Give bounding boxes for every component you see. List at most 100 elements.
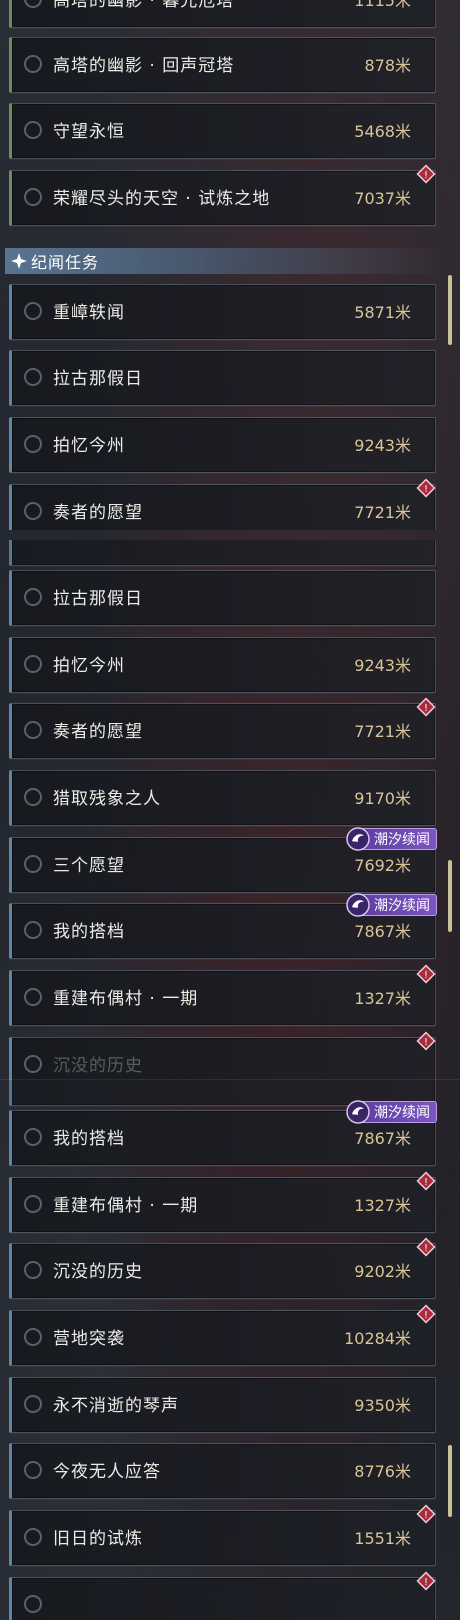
quest-row[interactable]: 拉古那假日 [9, 570, 436, 626]
quest-distance: 1327米 [354, 989, 411, 1008]
quest-distance: 8776米 [354, 1462, 411, 1481]
tidal-sequel-badge: 潮汐续闻 [346, 827, 437, 851]
quest-row[interactable]: 拉古那假日 [9, 350, 436, 406]
quest-name: 拍忆今州 [53, 656, 125, 676]
track-circle-icon[interactable] [24, 121, 42, 139]
track-circle-icon[interactable] [24, 302, 42, 320]
alert-diamond-icon: ! [415, 963, 437, 985]
quest-row[interactable]: 营地突袭 10284米 ! [9, 1304, 436, 1366]
quest-row[interactable]: 重嶂轶闻 5871米 [9, 284, 436, 340]
svg-text:!: ! [424, 1577, 428, 1588]
quest-name: 拍忆今州 [53, 436, 125, 456]
svg-text:!: ! [424, 1037, 428, 1048]
quest-distance: 9243米 [354, 436, 411, 455]
quest-name: 重建布偶村 · 一期 [53, 1196, 199, 1216]
quest-distance: 1551米 [354, 1529, 411, 1548]
track-circle-icon[interactable] [24, 1128, 42, 1146]
quest-name: 我的搭档 [53, 922, 125, 942]
alert-diamond-icon: ! [415, 1170, 437, 1192]
quest-distance: 5468米 [354, 122, 411, 141]
quest-distance: 7721米 [354, 503, 411, 522]
tidal-sequel-badge: 潮汐续闻 [346, 1100, 437, 1124]
track-circle-icon[interactable] [24, 1461, 42, 1479]
section-header-lore-quests: 纪闻任务 [5, 248, 445, 274]
track-circle-icon[interactable] [24, 988, 42, 1006]
track-circle-icon[interactable] [24, 1595, 42, 1613]
quest-row[interactable]: 我的搭档 7867米 潮汐续闻 [9, 1100, 437, 1166]
track-circle-icon[interactable] [24, 368, 42, 386]
quest-distance: 7721米 [354, 722, 411, 741]
quest-distance: 9202米 [354, 1262, 411, 1281]
track-circle-icon[interactable] [24, 502, 42, 520]
quest-row[interactable]: 奏者的愿望 7721米 ! [9, 478, 436, 530]
track-circle-icon[interactable] [24, 1195, 42, 1213]
swirl-emblem-icon [346, 893, 370, 917]
quest-row[interactable]: 沉没的历史 9202米 ! [9, 1237, 436, 1299]
quest-row[interactable]: 守望永恒 5468米 [9, 103, 436, 159]
badge-label: 潮汐续闻 [374, 832, 430, 848]
svg-text:!: ! [424, 1177, 428, 1188]
quest-list-panel-1: 高塔的幽影 · 暮光危塔 1115米 高塔的幽影 · 回声冠塔 878米 守望永… [0, 0, 460, 530]
track-circle-icon[interactable] [24, 655, 42, 673]
quest-name: 拉古那假日 [53, 369, 143, 389]
quest-name: 荣耀尽头的天空 · 试炼之地 [53, 189, 271, 209]
svg-text:!: ! [424, 484, 428, 495]
quest-row[interactable]: 高塔的幽影 · 暮光危塔 1115米 [9, 0, 436, 28]
track-circle-icon[interactable] [24, 1395, 42, 1413]
quest-row[interactable]: 高塔的幽影 · 回声冠塔 878米 [9, 37, 436, 93]
track-circle-icon[interactable] [24, 788, 42, 806]
track-circle-icon[interactable] [24, 1261, 42, 1279]
quest-name: 三个愿望 [53, 856, 125, 876]
quest-row[interactable]: 旧日的试炼 1551米 ! [9, 1504, 436, 1566]
quest-row[interactable]: 我的搭档 7867米 潮汐续闻 [9, 893, 437, 959]
swirl-emblem-icon [346, 827, 370, 851]
quest-row[interactable]: 沉没的历史 ! [9, 1031, 436, 1080]
quest-name: 拉古那假日 [53, 589, 143, 609]
quest-name: 奏者的愿望 [53, 503, 143, 523]
track-circle-icon[interactable] [24, 435, 42, 453]
track-circle-icon[interactable] [24, 1528, 42, 1546]
alert-diamond-icon: ! [415, 1303, 437, 1325]
quest-row[interactable]: 荣耀尽头的天空 · 试炼之地 7037米 ! [9, 164, 436, 226]
track-circle-icon[interactable] [24, 1328, 42, 1346]
track-circle-icon[interactable] [24, 721, 42, 739]
track-circle-icon[interactable] [24, 55, 42, 73]
quest-row[interactable]: 重建布偶村 · 一期 1327米 ! [9, 964, 436, 1026]
quest-name: 高塔的幽影 · 暮光危塔 [53, 0, 235, 11]
svg-text:!: ! [424, 1243, 428, 1254]
quest-distance: 10284米 [344, 1329, 411, 1348]
quest-name: 猎取残象之人 [53, 789, 161, 809]
alert-diamond-icon: ! [415, 477, 437, 499]
track-circle-icon[interactable] [24, 855, 42, 873]
svg-text:!: ! [424, 1510, 428, 1521]
quest-row[interactable]: 拍忆今州 9243米 [9, 637, 436, 693]
scrollbar-thumb[interactable] [448, 860, 452, 932]
alert-diamond-icon: ! [415, 1030, 437, 1052]
quest-name: 奏者的愿望 [53, 722, 143, 742]
quest-distance: 9170米 [354, 789, 411, 808]
quest-row[interactable]: 重建布偶村 · 一期 1327米 ! [9, 1171, 436, 1233]
swirl-emblem-icon [346, 1100, 370, 1124]
quest-distance: 1115米 [354, 0, 411, 10]
quest-row[interactable]: 奏者的愿望 7721米 ! [9, 697, 436, 759]
quest-row[interactable]: 三个愿望 7692米 潮汐续闻 [9, 827, 437, 893]
track-circle-icon[interactable] [24, 921, 42, 939]
quest-row[interactable]: 永不消逝的琴声 9350米 [9, 1377, 436, 1433]
track-circle-icon[interactable] [24, 1055, 42, 1073]
alert-diamond-icon: ! [415, 1236, 437, 1258]
scrollbar-thumb[interactable] [448, 1445, 452, 1517]
track-circle-icon[interactable] [24, 0, 42, 8]
track-circle-icon[interactable] [24, 588, 42, 606]
quest-name: 我的搭档 [53, 1129, 125, 1149]
quest-row[interactable]: 今夜无人应答 8776米 [9, 1443, 436, 1499]
quest-row[interactable]: ! [9, 1571, 436, 1620]
quest-row[interactable] [9, 540, 436, 566]
scrollbar-thumb[interactable] [448, 275, 452, 345]
quest-distance: 9350米 [354, 1396, 411, 1415]
track-circle-icon[interactable] [24, 188, 42, 206]
quest-row[interactable]: 猎取残象之人 9170米 [9, 770, 436, 826]
quest-row[interactable]: 拍忆今州 9243米 [9, 417, 436, 473]
quest-list-panel-3: 我的搭档 7867米 潮汐续闻 重建布偶村 · 一期 1327米 ! 沉没的历史… [0, 1080, 460, 1620]
svg-text:!: ! [424, 170, 428, 181]
quest-name: 旧日的试炼 [53, 1529, 143, 1549]
